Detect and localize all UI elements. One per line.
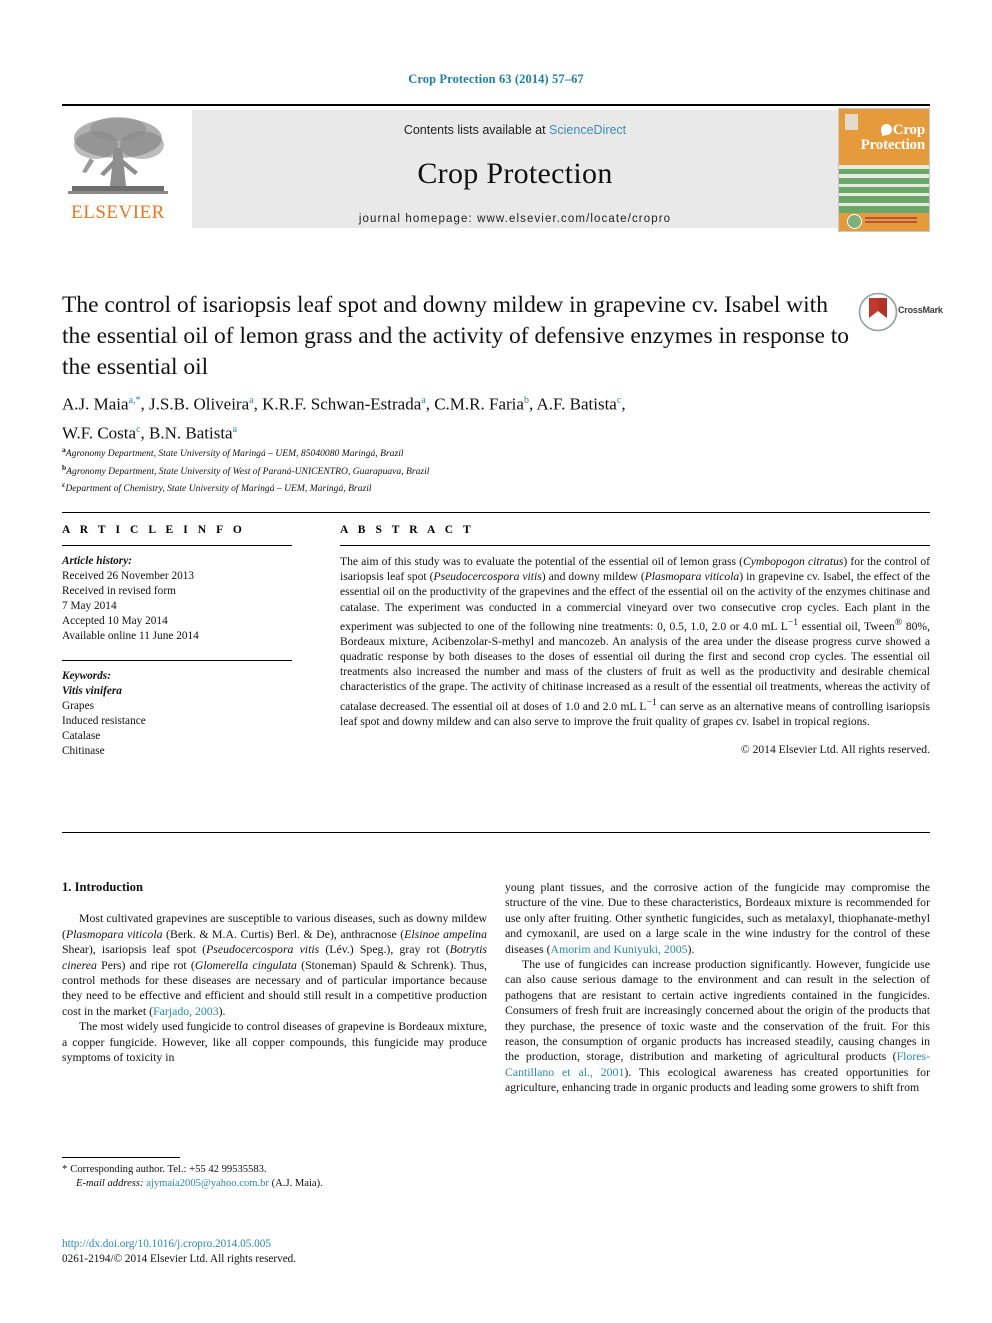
keyword-item: Grapes bbox=[62, 700, 94, 712]
journal-banner: ELSEVIER Contents lists available at Sci… bbox=[62, 104, 930, 232]
sciencedirect-link[interactable]: ScienceDirect bbox=[549, 123, 626, 137]
title-block: The control of isariopsis leaf spot and … bbox=[62, 290, 852, 383]
crossmark-icon bbox=[858, 292, 898, 332]
banner-center: Contents lists available at ScienceDirec… bbox=[192, 110, 838, 228]
history-item: Accepted 10 May 2014 bbox=[62, 615, 168, 627]
crossmark-badge[interactable]: CrossMark bbox=[858, 292, 943, 332]
contents-prefix: Contents lists available at bbox=[403, 123, 550, 137]
keyword-item: Induced resistance bbox=[62, 715, 146, 727]
journal-homepage[interactable]: journal homepage: www.elsevier.com/locat… bbox=[192, 213, 838, 225]
article-info-heading: A R T I C L E I N F O bbox=[62, 524, 246, 536]
page-title: The control of isariopsis leaf spot and … bbox=[62, 292, 850, 380]
leaf-icon bbox=[879, 122, 893, 137]
elsevier-logo: ELSEVIER bbox=[62, 110, 174, 230]
authors: A.J. Maiaa,*, J.S.B. Oliveiraa, K.R.F. S… bbox=[62, 388, 862, 445]
keywords-block: Keywords: Vitis vinifera Grapes Induced … bbox=[62, 669, 292, 759]
paper-page: Crop Protection 63 (2014) 57–67 ELSEVIER… bbox=[0, 0, 992, 1323]
history-item: Received in revised form bbox=[62, 585, 176, 597]
paragraph: Most cultivated grapevines are susceptib… bbox=[62, 911, 488, 1018]
running-head: Crop Protection 63 (2014) 57–67 bbox=[408, 72, 584, 86]
history-item: Received 26 November 2013 bbox=[62, 570, 195, 582]
crossmark-label: CrossMark bbox=[898, 305, 943, 315]
journal-title: Crop Protection bbox=[417, 157, 613, 190]
journal-cover-thumbnail[interactable]: Crop Protection bbox=[838, 108, 930, 232]
email-link[interactable]: ajymaia2005@yahoo.com.br bbox=[146, 1178, 269, 1189]
affiliations: aAgronomy Department, State University o… bbox=[62, 443, 762, 496]
paragraph: young plant tissues, and the corrosive a… bbox=[505, 880, 930, 956]
affiliation-c: cDepartment of Chemistry, State Universi… bbox=[62, 480, 372, 495]
asterisk-marker: * bbox=[62, 1164, 68, 1175]
paragraph: The use of fungicides can increase produ… bbox=[505, 957, 930, 1095]
keywords-label: Keywords: bbox=[62, 670, 111, 682]
body-column-left: 1. Introduction Most cultivated grapevin… bbox=[62, 880, 487, 1065]
body-column-right: young plant tissues, and the corrosive a… bbox=[505, 880, 930, 1096]
issn-copyright-line: 0261-2194/© 2014 Elsevier Ltd. All right… bbox=[62, 1253, 297, 1265]
email-line: E-mail address: ajymaia2005@yahoo.com.br… bbox=[76, 1178, 323, 1189]
keyword-item: Vitis vinifera bbox=[62, 685, 122, 697]
corresponding-author-footnote: * Corresponding author. Tel.: +55 42 9953… bbox=[62, 1157, 487, 1191]
contents-available-line: Contents lists available at ScienceDirec… bbox=[192, 110, 838, 137]
cover-stripes bbox=[839, 165, 929, 213]
elsevier-tree-icon bbox=[68, 117, 168, 194]
authors-line-2: W.F. Costac, B.N. Batistaa bbox=[62, 423, 238, 443]
abstract-copyright: © 2014 Elsevier Ltd. All rights reserved… bbox=[740, 742, 930, 756]
cover-title-line1: Crop bbox=[892, 122, 925, 138]
elsevier-wordmark: ELSEVIER bbox=[71, 202, 165, 223]
abstract-heading: A B S T R A C T bbox=[340, 524, 475, 536]
divider-bottom bbox=[62, 832, 930, 833]
abstract-rule bbox=[340, 545, 930, 546]
footnote-body: * Corresponding author. Tel.: +55 42 9953… bbox=[62, 1163, 487, 1191]
cover-badge bbox=[847, 212, 921, 229]
article-info-rule bbox=[62, 545, 292, 546]
history-label: Article history: bbox=[62, 555, 132, 567]
affiliation-b: bAgronomy Department, State University o… bbox=[62, 462, 430, 477]
cover-title-line2: Protection bbox=[860, 137, 926, 153]
article-info-section: A R T I C L E I N F O Article history: R… bbox=[62, 524, 292, 759]
corresponding-author-line: * Corresponding author. Tel.: +55 42 9953… bbox=[62, 1164, 267, 1175]
paragraph: The most widely used fungicide to contro… bbox=[62, 1019, 487, 1065]
keywords-rule bbox=[62, 660, 292, 661]
history-item: Available online 11 June 2014 bbox=[62, 630, 199, 642]
globe-icon bbox=[847, 213, 862, 229]
affiliation-a: aAgronomy Department, State University o… bbox=[62, 445, 404, 460]
doi-block: http://dx.doi.org/10.1016/j.cropro.2014.… bbox=[62, 1237, 492, 1267]
footnote-rule bbox=[62, 1157, 180, 1158]
divider-top bbox=[62, 512, 930, 513]
section-heading-introduction: 1. Introduction bbox=[62, 880, 143, 894]
abstract-section: A B S T R A C T The aim of this study wa… bbox=[340, 524, 930, 756]
article-history: Article history: Received 26 November 20… bbox=[62, 554, 292, 644]
cover-title: Crop Protection bbox=[839, 123, 929, 153]
keyword-item: Chitinase bbox=[62, 745, 105, 757]
abstract-text: The aim of this study was to evaluate th… bbox=[340, 555, 931, 728]
authors-line-1: A.J. Maiaa,*, J.S.B. Oliveiraa, K.R.F. S… bbox=[62, 394, 626, 414]
history-item: 7 May 2014 bbox=[62, 600, 117, 612]
keyword-item: Catalase bbox=[62, 730, 101, 742]
doi-link[interactable]: http://dx.doi.org/10.1016/j.cropro.2014.… bbox=[62, 1237, 492, 1252]
